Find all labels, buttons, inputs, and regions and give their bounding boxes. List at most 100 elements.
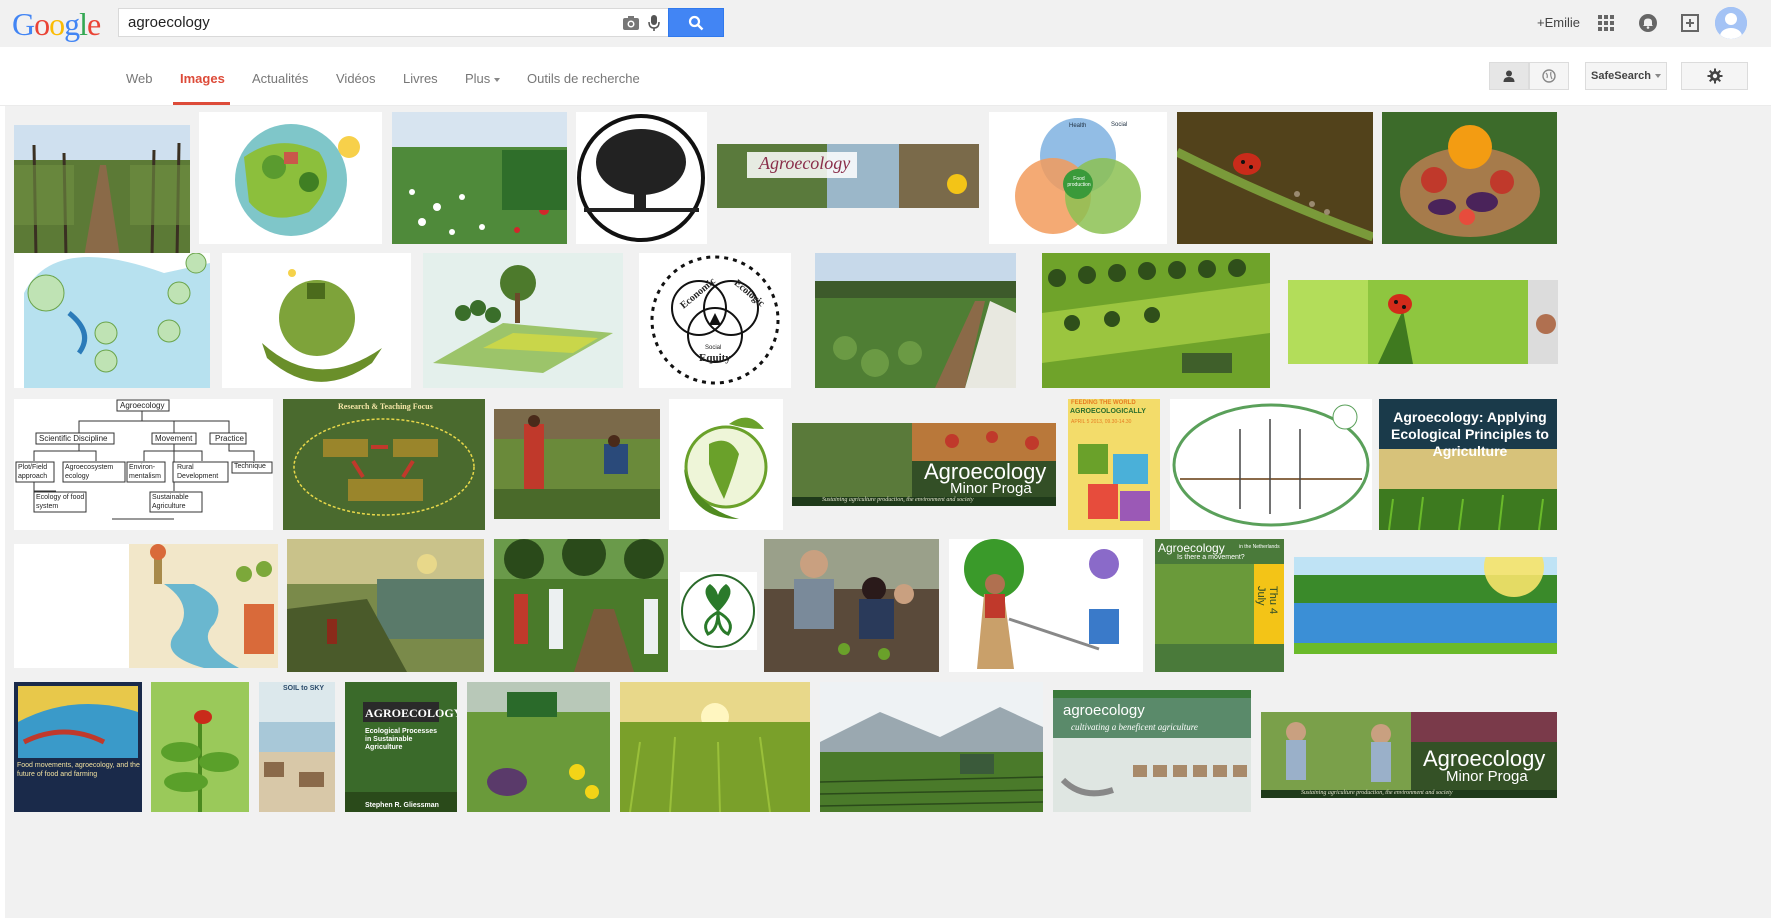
- book-title: AGROECOLOGY: [365, 706, 457, 720]
- gear-icon: [1707, 68, 1722, 84]
- image-result-students-garden[interactable]: [494, 539, 668, 672]
- tree-node-ecology-food: Ecology of food system: [36, 494, 85, 510]
- avatar[interactable]: [1715, 7, 1747, 39]
- tree-node-sustainable: Sustainable Agriculture: [152, 494, 189, 510]
- search-input[interactable]: [119, 9, 599, 36]
- chevron-down-icon: [1654, 74, 1661, 78]
- image-result-sustainability-circles[interactable]: Economic Ecologic Social Equity: [639, 253, 791, 388]
- tab-news[interactable]: Actualités: [252, 71, 308, 86]
- camera-icon[interactable]: [622, 15, 640, 31]
- image-result-harvester-field[interactable]: [467, 682, 610, 812]
- image-result-bruegel-painting[interactable]: [287, 539, 484, 672]
- globe-icon: [1542, 69, 1556, 83]
- safesearch-dropdown[interactable]: SafeSearch: [1585, 62, 1667, 90]
- image-result-tree-emblem[interactable]: [576, 112, 707, 244]
- image-result-food-movements-poster[interactable]: Food movements, agroecology, and the fut…: [14, 682, 142, 812]
- google-logo[interactable]: Google: [12, 6, 101, 43]
- image-result-netherlands-poster[interactable]: Agroecology in the Netherlands Is there …: [1155, 539, 1284, 672]
- image-result-women-farming[interactable]: [494, 409, 660, 519]
- image-result-research-focus-map[interactable]: Research & Teaching Focus: [283, 399, 485, 530]
- image-result-sunlit-river[interactable]: [1294, 557, 1557, 654]
- beneficent-subtitle: cultivating a beneficent agriculture: [1071, 722, 1198, 732]
- image-result-wheat-sunset[interactable]: [620, 682, 810, 812]
- image-result-farm-landscape[interactable]: [820, 682, 1043, 812]
- tree-node-environmentalism: Environ-mentalism: [129, 464, 161, 480]
- soil-sky-title: SOIL to SKY: [283, 685, 325, 692]
- tab-more-label: Plus: [465, 71, 491, 86]
- image-result-green-globe[interactable]: [669, 399, 783, 530]
- public-results-button[interactable]: [1529, 62, 1569, 90]
- image-result-earth-illustration[interactable]: [199, 112, 382, 244]
- tree-node-practice: Practice: [215, 434, 244, 443]
- image-result-applying-principles[interactable]: Agroecology: Applying Ecological Princip…: [1379, 399, 1557, 530]
- active-tab-indicator: [173, 102, 230, 105]
- image-result-cycle-diagram[interactable]: [14, 253, 210, 388]
- image-result-agroecology-minor-banner[interactable]: Agroecology Minor Proga Sustaining agric…: [792, 423, 1056, 506]
- tab-web[interactable]: Web: [126, 71, 153, 86]
- image-result-crop-rows[interactable]: [815, 253, 1016, 388]
- netherlands-date: Thu 4 July: [1255, 586, 1279, 615]
- private-results-button[interactable]: [1489, 62, 1529, 90]
- minor-banner-2-tagline: Sustaining agriculture production, the e…: [1301, 790, 1453, 796]
- image-result-field-margin-diagram[interactable]: [423, 253, 623, 388]
- image-result-beneficent-agriculture[interactable]: agroecology cultivating a beneficent agr…: [1053, 690, 1251, 812]
- image-result-ladybug-leaf[interactable]: [1288, 280, 1558, 364]
- tree-node-root: Agroecology: [120, 401, 165, 410]
- minor-banner-2-subtitle: Minor Proga: [1446, 768, 1528, 785]
- tree-node-technique: Technique: [234, 463, 266, 470]
- beneficent-title: agroecology: [1063, 702, 1145, 719]
- search-button[interactable]: [668, 8, 724, 37]
- image-result-cartoon-tree-woman[interactable]: [949, 539, 1143, 672]
- image-result-green-globe-hand[interactable]: [222, 253, 411, 388]
- poster-line-1: FEEDING THE WORLD: [1071, 400, 1136, 406]
- tree-node-scientific: Scientific Discipline: [39, 434, 108, 443]
- image-result-agroecology-tree-diagram[interactable]: Agroecology Scientific Discipline Moveme…: [14, 399, 273, 530]
- search-box: [118, 8, 668, 37]
- tab-videos[interactable]: Vidéos: [336, 71, 376, 86]
- tree-node-plot: Plot/Field approach: [18, 464, 48, 480]
- settings-button[interactable]: [1681, 62, 1748, 90]
- banner-title: Agroecology: [759, 153, 851, 173]
- image-result-venn-diagram[interactable]: Health Social Food production: [989, 112, 1167, 244]
- image-result-ladybug-stem[interactable]: [1177, 112, 1373, 244]
- image-result-farm-illustration[interactable]: [14, 544, 278, 668]
- image-result-ladybug-plant[interactable]: [151, 682, 249, 812]
- circle-label-equity: Equity: [699, 352, 731, 364]
- tree-node-rural: Rural Development: [177, 464, 219, 480]
- applying-line-3: Agriculture: [1432, 443, 1508, 459]
- image-result-planting-hands[interactable]: [764, 539, 939, 672]
- image-result-agroecology-banner[interactable]: Agroecology: [717, 144, 979, 208]
- poster-line-3: APRIL 5 2013, 09.30-14.30: [1071, 419, 1132, 425]
- image-result-vineyard[interactable]: [14, 125, 190, 257]
- image-result-plant-roots-diagram[interactable]: [1170, 399, 1372, 530]
- person-icon: [1503, 70, 1515, 82]
- poster-title-1: Food movements, agroecology, and the: [17, 762, 140, 769]
- minor-banner-tagline: Sustaining agriculture production, the e…: [822, 497, 974, 503]
- image-result-flower-field[interactable]: [392, 112, 567, 244]
- user-name-link[interactable]: +Emilie: [1537, 15, 1580, 30]
- image-result-tree-lined-fields[interactable]: [1042, 253, 1270, 388]
- image-result-gliessman-book[interactable]: AGROECOLOGY Ecological Processes in Sust…: [345, 682, 457, 812]
- tab-more[interactable]: Plus: [465, 71, 501, 86]
- image-result-feeding-world-poster[interactable]: FEEDING THE WORLD AGROECOLOGICALLY APRIL…: [1068, 399, 1160, 530]
- poster-title-2: future of food and farming: [17, 771, 98, 778]
- image-result-agroecology-minor-banner-2[interactable]: Agroecology Minor Proga Sustaining agric…: [1261, 712, 1557, 798]
- venn-label-health: Health: [1069, 123, 1087, 129]
- research-focus-title: Research & Teaching Focus: [338, 402, 433, 411]
- tree-node-agroecosystem: Agroecosystem ecology: [65, 464, 114, 480]
- chevron-down-icon: [494, 77, 501, 82]
- image-result-soil-to-sky[interactable]: SOIL to SKY: [259, 682, 335, 812]
- notifications-icon[interactable]: [1637, 12, 1659, 34]
- tree-node-movement: Movement: [155, 434, 193, 443]
- netherlands-question: Is there a movement?: [1177, 554, 1245, 561]
- minor-banner-subtitle: Minor Proga: [950, 480, 1032, 497]
- microphone-icon[interactable]: [647, 14, 661, 32]
- search-tools-button[interactable]: Outils de recherche: [527, 71, 640, 86]
- book-author: Stephen R. Gliessman: [365, 802, 439, 809]
- image-result-leaf-logo[interactable]: [680, 572, 757, 650]
- image-result-vegetable-basket[interactable]: [1382, 112, 1557, 244]
- tab-images[interactable]: Images: [180, 71, 225, 86]
- share-plus-icon[interactable]: [1679, 12, 1701, 34]
- tab-books[interactable]: Livres: [403, 71, 438, 86]
- apps-grid-icon[interactable]: [1595, 12, 1617, 34]
